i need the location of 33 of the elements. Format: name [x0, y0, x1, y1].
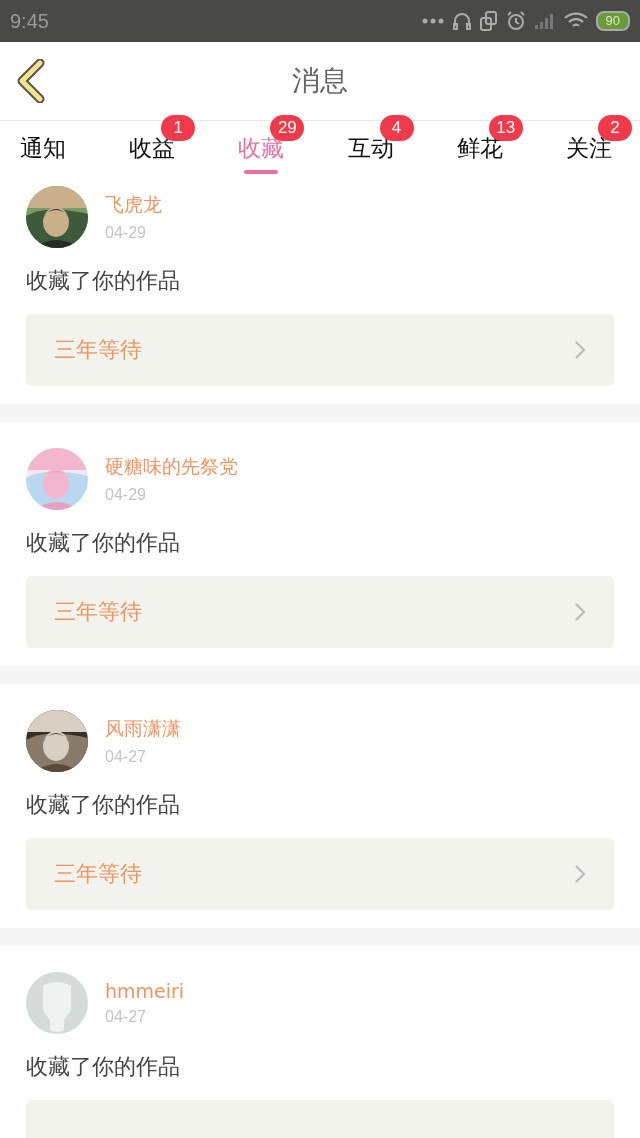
user-name[interactable]: 硬糖味的先祭党 — [105, 454, 238, 480]
work-card[interactable]: 三年等待 — [26, 314, 614, 386]
headphones-icon — [451, 11, 472, 31]
message-text: 收藏了你的作品 — [26, 267, 181, 295]
chevron-right-icon — [574, 602, 586, 622]
message-date: 04-27 — [105, 748, 147, 766]
back-button[interactable] — [16, 59, 46, 103]
work-title: 三年等待 — [54, 598, 142, 626]
chevron-right-icon — [574, 340, 586, 360]
copy-icon — [479, 11, 498, 31]
message-text: 收藏了你的作品 — [26, 1053, 181, 1081]
more-dots-icon — [421, 18, 444, 24]
page-title: 消息 — [292, 63, 348, 99]
work-title: 三年等待 — [54, 336, 142, 364]
user-name[interactable]: 风雨潇潇 — [105, 716, 181, 742]
work-card[interactable]: 三年等待 — [26, 576, 614, 648]
tab-indicator — [244, 170, 279, 174]
alarm-icon — [505, 11, 526, 31]
battery-level: 90 — [595, 11, 630, 31]
status-time: 9:45 — [10, 9, 49, 33]
message-date: 04-29 — [105, 224, 147, 242]
message-text: 收藏了你的作品 — [26, 529, 181, 557]
message-date: 04-27 — [105, 1008, 147, 1026]
message-date: 04-29 — [105, 486, 147, 504]
signal-icon — [533, 12, 556, 30]
user-name[interactable]: 飞虎龙 — [105, 192, 162, 218]
work-title: 三年等待 — [54, 860, 142, 888]
work-card[interactable]: 三年等待 — [26, 838, 614, 910]
chevron-right-icon — [574, 864, 586, 884]
message-text: 收藏了你的作品 — [26, 791, 181, 819]
default-avatar-icon — [26, 972, 88, 1034]
user-name[interactable]: hmmeiri — [105, 980, 185, 1002]
tab[interactable]: 通知 — [20, 133, 66, 164]
